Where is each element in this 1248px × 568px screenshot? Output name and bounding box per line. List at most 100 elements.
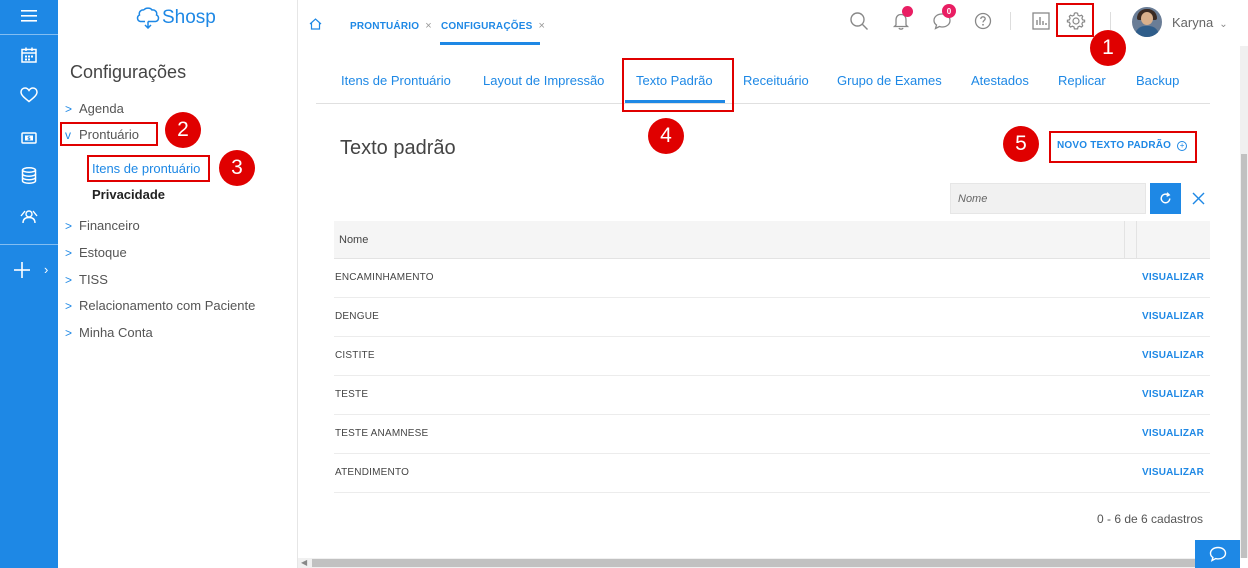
visualizar-link[interactable]: VISUALIZAR: [1142, 467, 1204, 478]
sidebar-item-minha-conta[interactable]: > Minha Conta: [65, 325, 153, 340]
home-icon[interactable]: [309, 17, 322, 35]
table-row: TESTE ANAMNESE VISUALIZAR: [334, 415, 1210, 454]
reports-icon[interactable]: [1029, 9, 1053, 33]
refresh-icon: [1160, 192, 1171, 204]
toolbar-divider: [1110, 12, 1111, 30]
highlight-box-itens: [87, 155, 210, 182]
menu-icon[interactable]: [0, 0, 58, 32]
support-icon[interactable]: [0, 200, 58, 232]
chat-bubble-icon: [1209, 546, 1226, 562]
tab-layout-de-impressao[interactable]: Layout de Impressão: [483, 73, 604, 88]
row-name: DENGUE: [335, 311, 379, 322]
close-icon[interactable]: ×: [425, 20, 432, 32]
sidebar-subitem-privacidade[interactable]: Privacidade: [92, 187, 165, 202]
column-header-nome[interactable]: Nome: [339, 234, 368, 246]
highlight-box-gear: [1056, 3, 1094, 37]
refresh-button[interactable]: [1150, 183, 1181, 214]
sidebar-title: Configurações: [70, 62, 187, 82]
sidebar-item-label: Minha Conta: [79, 325, 153, 340]
sidebar-item-label: Agenda: [79, 101, 124, 116]
visualizar-link[interactable]: VISUALIZAR: [1142, 350, 1204, 361]
chevron-right-icon: >: [65, 218, 73, 233]
settings-tabs: Itens de Prontuário Layout de Impressão …: [316, 60, 1210, 104]
scroll-left-icon[interactable]: ◀: [301, 558, 307, 567]
horizontal-scrollbar[interactable]: ◀: [298, 558, 1240, 568]
tab-replicar[interactable]: Replicar: [1058, 73, 1106, 88]
clear-filter-button[interactable]: [1186, 186, 1210, 210]
chevron-down-icon: ⌄: [1219, 19, 1228, 30]
active-breadcrumb-indicator: [440, 42, 540, 45]
chat-icon[interactable]: 0: [930, 4, 956, 33]
row-name: CISTITE: [335, 350, 375, 361]
close-icon: [1192, 192, 1204, 204]
tab-itens-de-prontuario[interactable]: Itens de Prontuário: [341, 73, 451, 88]
step-marker-3: 3: [219, 150, 255, 186]
tab-grupo-de-exames[interactable]: Grupo de Exames: [837, 73, 942, 88]
user-name: Karyna: [1172, 15, 1214, 30]
table-row: TESTE VISUALIZAR: [334, 376, 1210, 415]
sidebar-item-financeiro[interactable]: > Financeiro: [65, 218, 140, 233]
rail-divider: [0, 34, 58, 35]
close-icon[interactable]: ×: [539, 20, 546, 32]
table-row: CISTITE VISUALIZAR: [334, 337, 1210, 376]
calendar-icon[interactable]: [0, 39, 58, 71]
toolbar-divider: [1010, 12, 1011, 30]
sidebar-item-estoque[interactable]: > Estoque: [65, 245, 127, 260]
notification-badge: [902, 6, 913, 17]
record-count: 0 - 6 de 6 cadastros: [1097, 512, 1204, 526]
brand-logo[interactable]: Shosp: [136, 7, 216, 29]
sidebar-item-label: TISS: [79, 272, 108, 287]
scrollbar-thumb[interactable]: [1241, 154, 1247, 558]
row-name: TESTE: [335, 389, 369, 400]
settings-sidebar: Shosp Configurações > Agenda v Prontuári…: [58, 0, 298, 568]
vertical-scrollbar[interactable]: [1240, 46, 1248, 558]
help-icon[interactable]: [971, 9, 995, 33]
page-title: Texto padrão: [340, 137, 456, 159]
tab-atestados[interactable]: Atestados: [971, 73, 1029, 88]
icon-rail: $ ›: [0, 0, 58, 568]
name-search-input[interactable]: [950, 183, 1146, 214]
search-icon[interactable]: [847, 9, 871, 33]
sidebar-item-relacionamento[interactable]: > Relacionamento com Paciente: [65, 298, 255, 313]
database-icon[interactable]: [0, 159, 58, 191]
tab-backup[interactable]: Backup: [1136, 73, 1179, 88]
visualizar-link[interactable]: VISUALIZAR: [1142, 389, 1204, 400]
money-icon[interactable]: $: [0, 122, 58, 154]
visualizar-link[interactable]: VISUALIZAR: [1142, 428, 1204, 439]
table-row: ATENDIMENTO VISUALIZAR: [334, 454, 1210, 493]
chat-support-button[interactable]: [1195, 540, 1240, 568]
sidebar-item-tiss[interactable]: > TISS: [65, 272, 108, 287]
step-marker-2: 2: [165, 112, 201, 148]
heart-icon[interactable]: [0, 79, 58, 111]
scrollbar-thumb[interactable]: [312, 559, 1212, 567]
visualizar-link[interactable]: VISUALIZAR: [1142, 311, 1204, 322]
plus-icon[interactable]: [0, 254, 44, 286]
breadcrumb-label: PRONTUÁRIO: [350, 21, 420, 32]
chevron-right-icon[interactable]: ›: [44, 262, 48, 277]
breadcrumb-tab-configuracoes[interactable]: CONFIGURAÇÕES ×: [441, 20, 545, 32]
sidebar-item-label: Privacidade: [92, 187, 165, 202]
visualizar-link[interactable]: VISUALIZAR: [1142, 272, 1204, 283]
chevron-right-icon: >: [65, 245, 73, 260]
sidebar-item-agenda[interactable]: > Agenda: [65, 101, 124, 116]
table-header: Nome: [334, 221, 1210, 259]
bell-icon[interactable]: [889, 6, 913, 33]
user-menu[interactable]: Karyna ⌄: [1172, 15, 1228, 30]
highlight-box-prontuario: [60, 122, 158, 146]
avatar[interactable]: [1132, 7, 1162, 37]
step-marker-4: 4: [648, 118, 684, 154]
chevron-right-icon: >: [65, 101, 73, 116]
table-row: ENCAMINHAMENTO VISUALIZAR: [334, 259, 1210, 298]
logo-text: Shosp: [162, 7, 216, 28]
avatar-body: [1135, 26, 1159, 37]
highlight-box-new-button: [1049, 131, 1197, 163]
row-name: TESTE ANAMNESE: [335, 428, 429, 439]
tab-receituario[interactable]: Receituário: [743, 73, 809, 88]
breadcrumb-tab-prontuario[interactable]: PRONTUÁRIO ×: [350, 20, 432, 32]
step-marker-5: 5: [1003, 126, 1039, 162]
sidebar-item-label: Relacionamento com Paciente: [79, 298, 256, 313]
svg-text:$: $: [27, 136, 31, 142]
row-name: ATENDIMENTO: [335, 467, 410, 478]
avatar-face: [1141, 12, 1153, 25]
column-divider: [1136, 221, 1137, 259]
